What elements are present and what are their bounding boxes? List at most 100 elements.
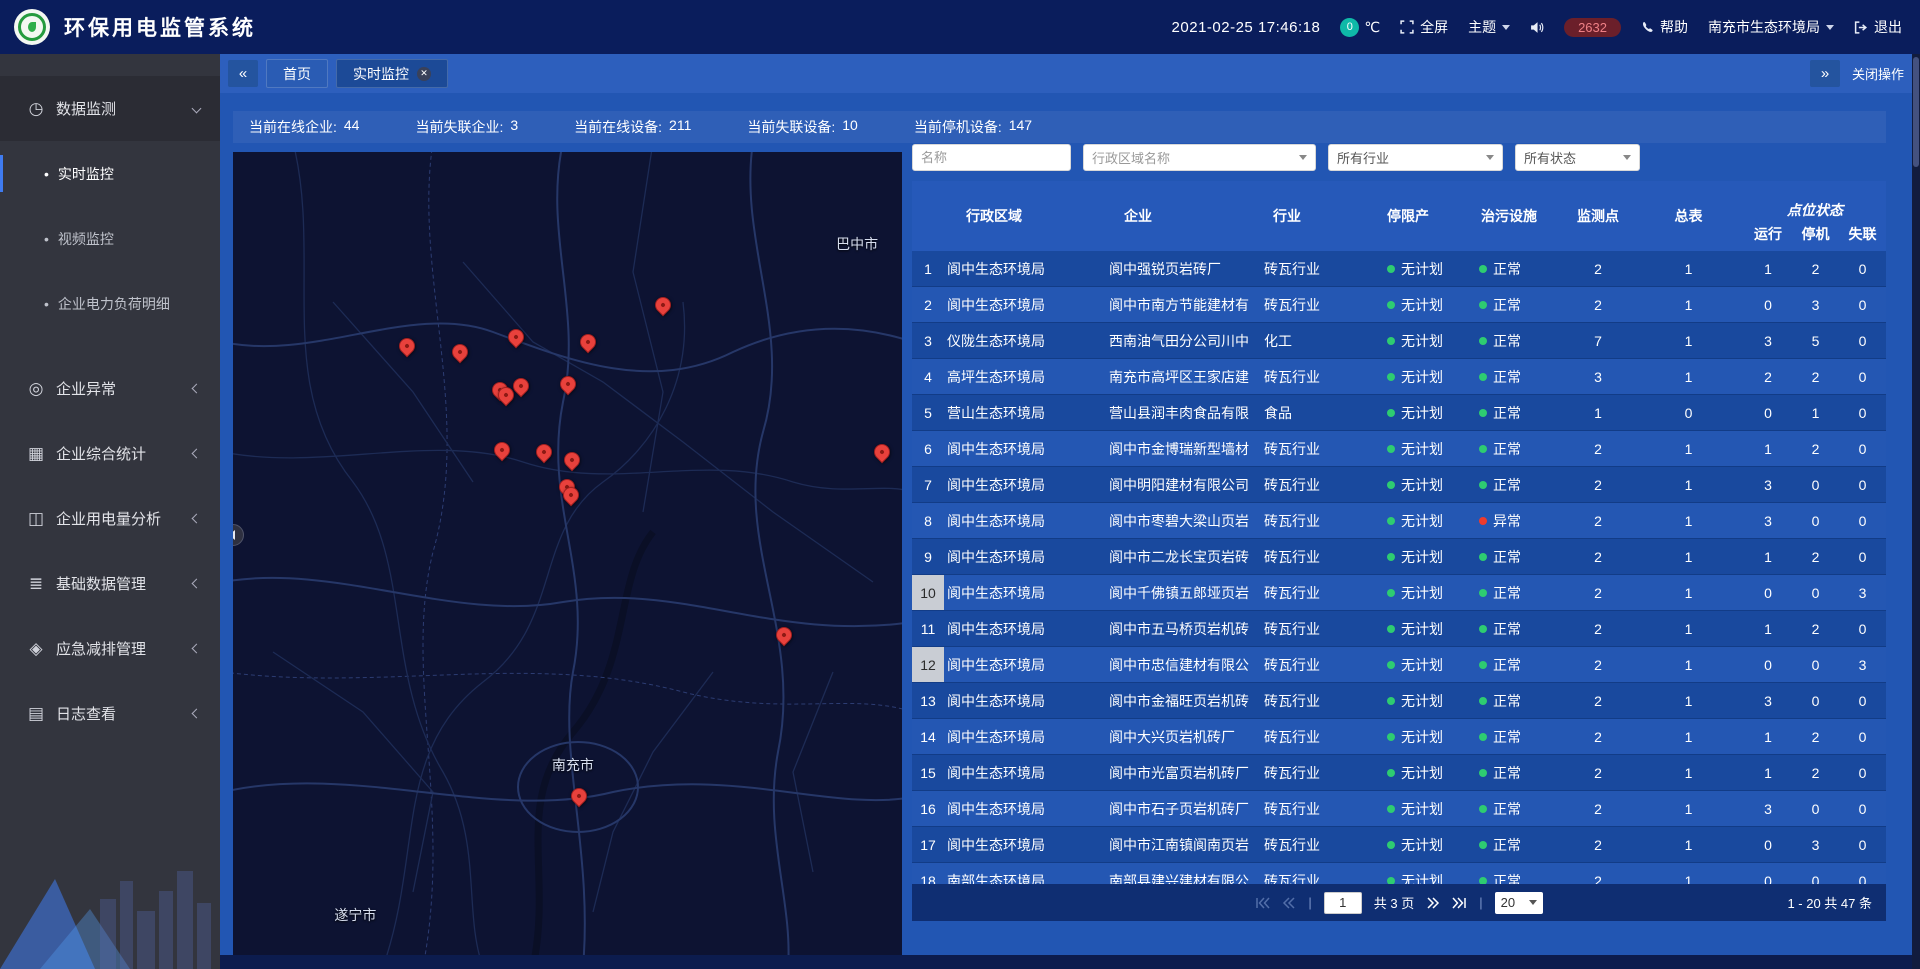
run-count-cell: 1 [1744,251,1792,286]
tab-realtime-monitoring[interactable]: 实时监控 ✕ [336,59,448,88]
region-select[interactable]: 行政区域名称 [1083,144,1316,171]
sidebar-submenu-item[interactable]: 视频监控 [0,206,220,271]
close-tab-icon[interactable]: ✕ [417,67,431,81]
stop-count-cell: 2 [1792,359,1839,394]
tabs-scroll-right-button[interactable]: » [1810,60,1840,87]
scrollbar[interactable] [1912,54,1920,969]
sidebar-item[interactable]: ≣ 基础数据管理 [0,551,220,616]
chevron-down-icon [192,104,202,114]
sidebar-submenu-item[interactable]: 企业电力负荷明细 [0,271,220,336]
tab-home[interactable]: 首页 [266,59,328,88]
monitor-icon: ◷ [26,99,46,119]
industry-cell: 砖瓦行业 [1261,359,1365,394]
sidebar-submenu-item[interactable]: 实时监控 [0,141,220,206]
column-header-stop: 停机 [1792,221,1839,251]
stats-bar: 当前在线企业: 44 当前失联企业: 3 当前在线设备: 211 当前 [233,111,1886,143]
status-dot [1387,445,1395,453]
region-cell: 阆中生态环境局 [944,719,1106,754]
status-select[interactable]: 所有状态 [1515,144,1640,171]
run-count-cell: 0 [1744,287,1792,322]
industry-select[interactable]: 所有行业 [1328,144,1503,171]
stat-item: 当前停机设备: 147 [914,117,1032,137]
table-row[interactable]: 11 阆中生态环境局 阆中市五马桥页岩机砖 砖瓦行业 无计划 正 [912,611,1886,647]
table-row[interactable]: 9 阆中生态环境局 阆中市二龙长宝页岩砖 砖瓦行业 无计划 正常 [912,539,1886,575]
table-row[interactable]: 14 阆中生态环境局 阆中大兴页岩机砖厂 砖瓦行业 无计划 正常 [912,719,1886,755]
enterprise-cell: 南充市高坪区王家店建 [1106,359,1261,394]
status-dot [1479,841,1487,849]
fullscreen-button[interactable]: 全屏 [1400,17,1448,37]
region-cell: 阆中生态环境局 [944,647,1106,682]
table-row[interactable]: 8 阆中生态环境局 阆中市枣碧大梁山页岩 砖瓦行业 无计划 异常 [912,503,1886,539]
last-page-button[interactable] [1452,897,1467,909]
alert-count-badge[interactable]: 2632 [1564,18,1621,37]
industry-cell: 砖瓦行业 [1261,503,1365,538]
industry-cell: 食品 [1261,395,1365,430]
status-dot [1387,877,1395,885]
name-search-input[interactable] [912,144,1071,171]
prev-page-button[interactable] [1282,897,1296,909]
sidebar-item[interactable]: ▤ 日志查看 [0,681,220,746]
facility-status-cell: 正常 [1469,755,1563,790]
production-status-cell: 无计划 [1365,827,1469,862]
table-row[interactable]: 5 营山生态环境局 营山县润丰肉食品有限 食品 无计划 正常 [912,395,1886,431]
lost-count-cell: 0 [1839,503,1886,538]
points-cell: 2 [1563,827,1633,862]
table-row[interactable]: 7 阆中生态环境局 阆中明阳建材有限公司 砖瓦行业 无计划 正常 [912,467,1886,503]
page-size-select[interactable]: 20 [1495,892,1543,914]
facility-status-cell: 正常 [1469,395,1563,430]
industry-cell: 砖瓦行业 [1261,575,1365,610]
next-page-button[interactable] [1426,897,1440,909]
table-row[interactable]: 18 南部生态环境局 南部县建兴建材有限公 砖瓦行业 无计划 正 [912,863,1886,884]
table-row[interactable]: 2 阆中生态环境局 阆中市南方节能建材有 砖瓦行业 无计划 正常 [912,287,1886,323]
speaker-icon[interactable] [1530,21,1544,34]
table-row[interactable]: 10 阆中生态环境局 阆中千佛镇五郎垭页岩 砖瓦行业 无计划 正 [912,575,1886,611]
temperature-widget: 0 ℃ [1340,18,1380,37]
points-cell: 2 [1563,431,1633,466]
org-selector[interactable]: 南充市生态环境局 [1708,17,1834,37]
lost-count-cell: 0 [1839,539,1886,574]
table-row[interactable]: 12 阆中生态环境局 阆中市忠信建材有限公 砖瓦行业 无计划 正 [912,647,1886,683]
pagination-range-label: 1 - 20 共 47 条 [1787,893,1872,912]
analysis-icon: ◫ [26,509,46,529]
production-status-cell: 无计划 [1365,503,1469,538]
table-row[interactable]: 4 高坪生态环境局 南充市高坪区王家店建 砖瓦行业 无计划 正常 [912,359,1886,395]
help-button[interactable]: 帮助 [1641,17,1688,37]
production-status-cell: 无计划 [1365,539,1469,574]
pin-icon [557,373,580,396]
table-row[interactable]: 13 阆中生态环境局 阆中市金福旺页岩机砖 砖瓦行业 无计划 正 [912,683,1886,719]
enterprise-cell: 阆中市忠信建材有限公 [1106,647,1261,682]
tabs-scroll-left-button[interactable]: « [228,60,258,87]
table-row[interactable]: 3 仪陇生态环境局 西南油气田分公司川中 化工 无计划 正常 [912,323,1886,359]
close-operations-button[interactable]: 关闭操作 [1852,64,1904,83]
sidebar-item-data-monitoring[interactable]: ◷ 数据监测 [0,76,220,141]
run-count-cell: 2 [1744,359,1792,394]
table-row[interactable]: 17 阆中生态环境局 阆中市江南镇阆南页岩 砖瓦行业 无计划 正 [912,827,1886,863]
scrollbar-thumb[interactable] [1913,57,1919,167]
facility-status-cell: 正常 [1469,719,1563,754]
pin-icon [505,325,528,348]
stop-count-cell: 2 [1792,251,1839,286]
theme-selector[interactable]: 主题 [1468,17,1510,37]
points-cell: 7 [1563,323,1633,358]
sidebar-item[interactable]: ▦ 企业综合统计 [0,421,220,486]
sidebar-item[interactable]: ◎ 企业异常 [0,356,220,421]
logout-button[interactable]: 退出 [1854,17,1902,37]
table-row[interactable]: 16 阆中生态环境局 阆中市石子页岩机砖厂 砖瓦行业 无计划 正 [912,791,1886,827]
first-page-button[interactable] [1255,897,1270,909]
map-canvas[interactable]: 巴中市 南充市 遂宁市 [233,152,902,955]
industry-cell: 砖瓦行业 [1261,827,1365,862]
page-number-input[interactable] [1324,892,1362,914]
status-dot [1387,661,1395,669]
production-status-cell: 无计划 [1365,719,1469,754]
production-status-cell: 无计划 [1365,251,1469,286]
sidebar-item[interactable]: ◫ 企业用电量分析 [0,486,220,551]
points-cell: 2 [1563,575,1633,610]
pin-icon [577,331,600,354]
table-row[interactable]: 1 阆中生态环境局 阆中强锐页岩砖厂 砖瓦行业 无计划 正常 [912,251,1886,287]
facility-status-cell: 异常 [1469,503,1563,538]
chevron-left-icon [192,709,202,719]
table-row[interactable]: 15 阆中生态环境局 阆中市光富页岩机砖厂 砖瓦行业 无计划 正 [912,755,1886,791]
points-cell: 2 [1563,539,1633,574]
sidebar-item[interactable]: ◈ 应急减排管理 [0,616,220,681]
table-row[interactable]: 6 阆中生态环境局 阆中市金博瑞新型墙材 砖瓦行业 无计划 正常 [912,431,1886,467]
